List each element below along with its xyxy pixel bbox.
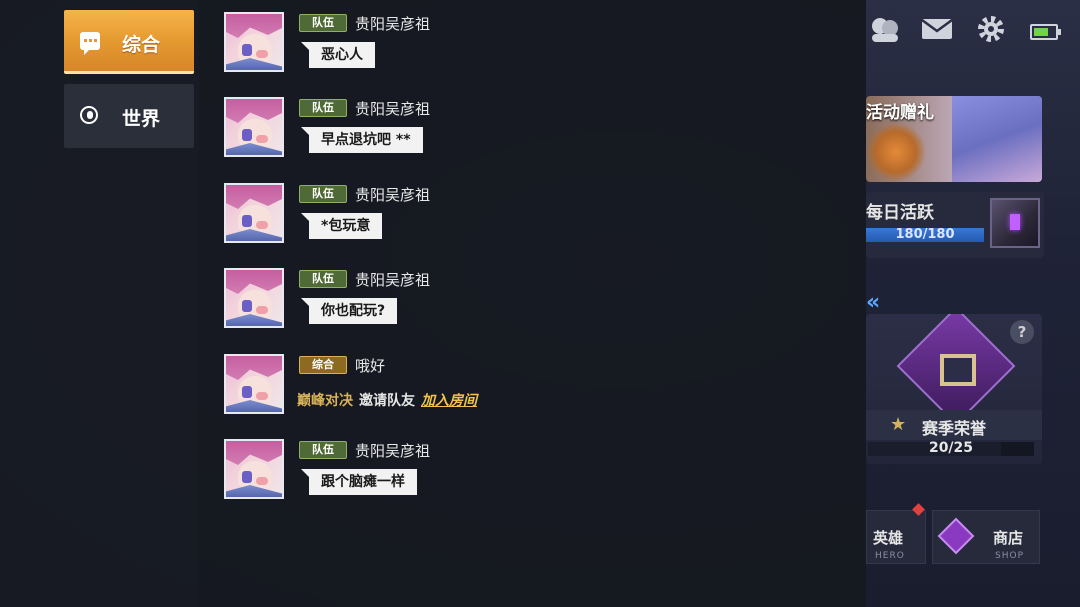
tab-world-label: 世界 [122, 108, 161, 130]
avatar[interactable] [224, 97, 284, 157]
daily-activity-card[interactable]: 每日活跃 180/180 [866, 192, 1044, 258]
daily-progress-text: 180/180 [895, 227, 955, 242]
chat-message: 队伍 贵阳吴彦祖 早点退坑吧 ** [224, 97, 844, 161]
event-character-art [952, 96, 1042, 182]
channel-badge: 队伍 [299, 185, 347, 203]
tab-general-label: 综合 [122, 34, 161, 56]
message-text: 你也配玩? [300, 298, 398, 324]
avatar[interactable] [224, 268, 284, 328]
message-text: 恶心人 [301, 42, 375, 68]
channel-badge: 综合 [299, 356, 347, 374]
shop-label: 商店 [993, 529, 1024, 547]
collapse-arrow-icon[interactable]: « [866, 290, 880, 315]
chat-bubble-icon [80, 32, 100, 55]
sender-name[interactable]: 贵阳吴彦祖 [355, 440, 430, 461]
sender-name[interactable]: 哦好 [355, 355, 385, 376]
hero-label: 英雄 [873, 529, 904, 547]
globe-icon [80, 106, 98, 124]
event-art [866, 122, 936, 182]
tab-general[interactable]: 综合 [64, 10, 194, 74]
channel-badge: 队伍 [299, 14, 347, 32]
avatar[interactable] [224, 354, 284, 414]
chat-message-list[interactable]: 队伍 贵阳吴彦祖 恶心人 队伍 贵阳吴彦祖 早点退坑吧 ** 队伍 贵阳吴彦祖 … [198, 0, 866, 607]
avatar[interactable] [224, 439, 284, 499]
friends-icon[interactable] [868, 12, 902, 46]
battery-icon [1030, 24, 1061, 40]
tab-world[interactable]: 世界 [64, 84, 194, 148]
daily-progress-bar: 180/180 [866, 227, 984, 242]
season-honor-label: 赛季荣誉 [922, 419, 987, 438]
season-emblem-center [940, 354, 976, 386]
sender-name[interactable]: 贵阳吴彦祖 [355, 98, 430, 119]
chat-message: 队伍 贵阳吴彦祖 你也配玩? [224, 268, 844, 332]
message-text: 跟个脑瘫一样 [301, 469, 417, 495]
shop-button[interactable]: 商店 SHOP [932, 510, 1040, 564]
season-progress-text: 20/25 [928, 440, 974, 456]
sender-name[interactable]: 贵阳吴彦祖 [355, 269, 430, 290]
event-gift-card[interactable]: 活动赠礼 [866, 96, 1042, 182]
message-text: *包玩意 [300, 213, 383, 239]
settings-gear-icon[interactable] [974, 12, 1008, 46]
event-gift-title: 活动赠礼 [866, 103, 934, 123]
chat-message: 队伍 贵阳吴彦祖 恶心人 [224, 12, 844, 76]
avatar[interactable] [224, 12, 284, 72]
mail-icon[interactable] [920, 12, 954, 46]
shop-gem-icon [937, 517, 975, 555]
star-icon: ★ [890, 414, 907, 435]
invite-text: 邀请队友 [359, 393, 415, 409]
chat-message: 队伍 贵阳吴彦祖 跟个脑瘫一样 [224, 439, 844, 503]
help-icon[interactable]: ? [1010, 320, 1034, 344]
treasure-chest-icon[interactable] [990, 198, 1040, 248]
chat-message-invite: 综合 哦好 巅峰对决 邀请队友 加入房间 [224, 354, 844, 418]
chat-channel-sidebar: 综合 世界 [0, 0, 199, 607]
channel-badge: 队伍 [299, 99, 347, 117]
channel-badge: 队伍 [299, 270, 347, 288]
channel-badge: 队伍 [299, 441, 347, 459]
hero-label-en: HERO [875, 551, 905, 561]
sender-name[interactable]: 贵阳吴彦祖 [355, 184, 430, 205]
season-progress-bar: 20/25 [868, 440, 1034, 456]
sender-name[interactable]: 贵阳吴彦祖 [355, 13, 430, 34]
shop-label-en: SHOP [995, 551, 1024, 561]
season-honor-card[interactable]: ? ★ 赛季荣誉 20/25 [866, 314, 1042, 464]
season-label-row: ★ 赛季荣誉 [866, 410, 1042, 440]
game-mode-label: 巅峰对决 [297, 393, 353, 409]
daily-activity-title: 每日活跃 [866, 203, 934, 223]
invite-line: 巅峰对决 邀请队友 加入房间 [297, 390, 477, 410]
join-room-link[interactable]: 加入房间 [421, 393, 477, 409]
hero-button[interactable]: 英雄 HERO [866, 510, 926, 564]
avatar[interactable] [224, 183, 284, 243]
chat-message: 队伍 贵阳吴彦祖 *包玩意 [224, 183, 844, 247]
message-text: 早点退坑吧 ** [301, 127, 423, 153]
